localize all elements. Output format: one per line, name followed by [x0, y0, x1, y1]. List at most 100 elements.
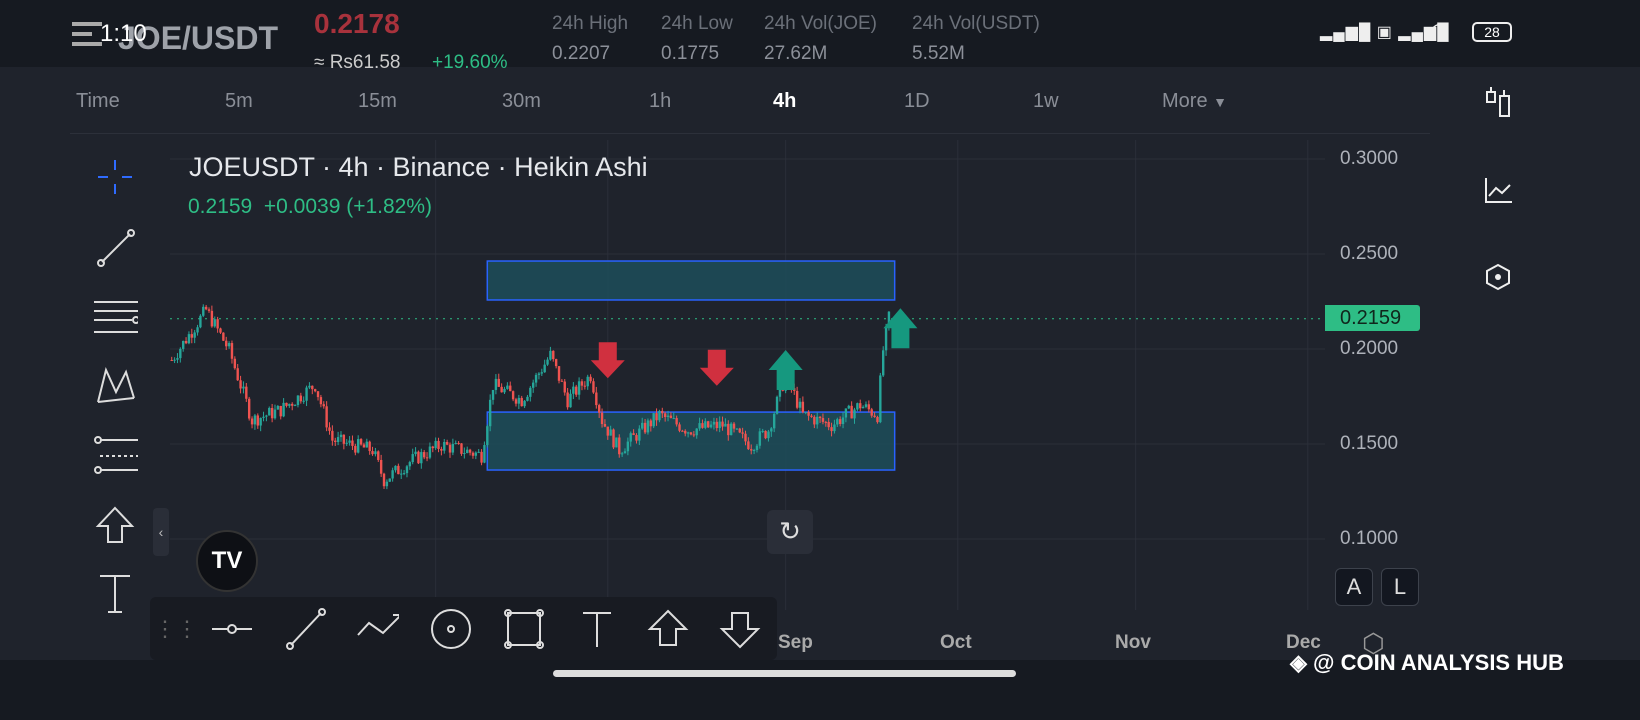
candle-body: [270, 407, 274, 419]
indicators-icon[interactable]: [1478, 170, 1518, 210]
candle-body: [486, 426, 489, 446]
candle-body: [497, 378, 500, 387]
candle-body: [402, 473, 406, 475]
text-tool-icon[interactable]: [88, 568, 142, 618]
candle-body: [818, 416, 822, 419]
candle-body: [308, 385, 311, 388]
candle-body: [385, 481, 389, 487]
candle-body: [827, 421, 830, 428]
fib-tool-icon[interactable]: [88, 292, 142, 342]
candle-body: [388, 478, 391, 482]
candle-body: [354, 445, 357, 453]
chart-type-candles-icon[interactable]: [1478, 84, 1518, 124]
drag-handle-icon[interactable]: ⋮⋮: [154, 607, 198, 651]
candle-body: [316, 391, 320, 398]
time-tick: Oct: [940, 632, 972, 653]
candle-body: [638, 428, 641, 441]
candle-body: [566, 392, 569, 408]
settings-hex-icon[interactable]: [1478, 257, 1518, 297]
candle-body: [425, 457, 429, 459]
candle-body: [534, 374, 538, 383]
candle-body: [629, 433, 632, 442]
text-tool-icon[interactable]: [575, 607, 619, 651]
candle-body: [414, 451, 417, 455]
candle-body: [334, 440, 337, 443]
candle-body: [546, 359, 549, 365]
candle-body: [750, 449, 753, 451]
candle-body: [853, 409, 856, 419]
candle-body: [775, 396, 779, 414]
candle-body: [411, 454, 414, 463]
candle-body: [428, 446, 432, 458]
price-tick: 0.3000: [1340, 148, 1399, 169]
candle-body: [724, 423, 727, 427]
candle-body: [529, 387, 532, 397]
candle-body: [328, 427, 331, 431]
candle-body: [646, 420, 650, 433]
candle-body: [692, 434, 696, 436]
candle-body: [833, 424, 836, 432]
candle-body: [431, 446, 434, 449]
candle-body: [695, 428, 698, 436]
candle-body: [876, 416, 879, 423]
candle-body: [689, 432, 693, 435]
candle-body: [474, 452, 478, 456]
candle-body: [282, 402, 285, 417]
pattern-tool-icon[interactable]: [88, 360, 142, 410]
candle-body: [225, 340, 228, 347]
candle-body: [623, 451, 627, 454]
candle-body: [374, 451, 377, 455]
horizontal-line-icon[interactable]: [210, 607, 254, 651]
arrow-down-marker: [699, 349, 734, 386]
candle-body: [772, 413, 776, 429]
candle-body: [649, 420, 653, 427]
candle-body: [176, 358, 179, 360]
candle-body: [618, 437, 621, 455]
candle-body: [681, 430, 684, 432]
zone-box: [486, 411, 896, 471]
candle-body: [557, 366, 561, 381]
candle-body: [305, 387, 308, 401]
trend-line-icon[interactable]: [283, 607, 327, 651]
candle-body: [463, 453, 466, 455]
candle-body: [715, 421, 719, 429]
reset-chart-button[interactable]: ↻: [767, 510, 813, 554]
home-indicator[interactable]: [553, 670, 1016, 677]
candle-body: [382, 473, 386, 487]
auto-scale-button[interactable]: A: [1335, 568, 1373, 606]
candle-body: [250, 418, 254, 425]
circle-tool-icon[interactable]: [429, 607, 473, 651]
candle-body: [652, 413, 655, 427]
collapse-toolbar-handle[interactable]: ‹: [153, 508, 169, 556]
candle-body: [299, 395, 303, 402]
candle-body: [798, 401, 802, 408]
candle-body: [577, 381, 581, 395]
arrow-down-icon[interactable]: [718, 607, 762, 651]
candle-body: [609, 429, 612, 436]
arrow-up-tool-icon[interactable]: [88, 500, 142, 550]
candle-body: [239, 380, 242, 389]
candle-body: [273, 409, 277, 419]
candle-body: [448, 444, 452, 453]
path-arrow-icon[interactable]: [355, 607, 399, 651]
projection-tool-icon[interactable]: [88, 430, 142, 480]
trend-line-tool-icon[interactable]: [88, 222, 142, 272]
candle-body: [554, 359, 558, 367]
candle-body: [488, 399, 492, 427]
candle-body: [586, 376, 589, 387]
arrow-up-marker: [768, 350, 803, 390]
candle-body: [729, 423, 733, 436]
arrow-up-icon[interactable]: [646, 607, 690, 651]
candle-body: [443, 441, 446, 451]
candle-body: [589, 376, 592, 382]
log-scale-button[interactable]: L: [1381, 568, 1419, 606]
candle-body: [405, 466, 409, 474]
candle-body: [259, 417, 262, 426]
candle-body: [879, 375, 882, 423]
crosshair-tool-icon[interactable]: [88, 152, 142, 202]
candle-body: [371, 451, 374, 455]
rectangle-tool-icon[interactable]: [502, 607, 546, 651]
candle-body: [560, 380, 564, 382]
candle-body: [313, 389, 317, 392]
candle-body: [216, 319, 219, 329]
